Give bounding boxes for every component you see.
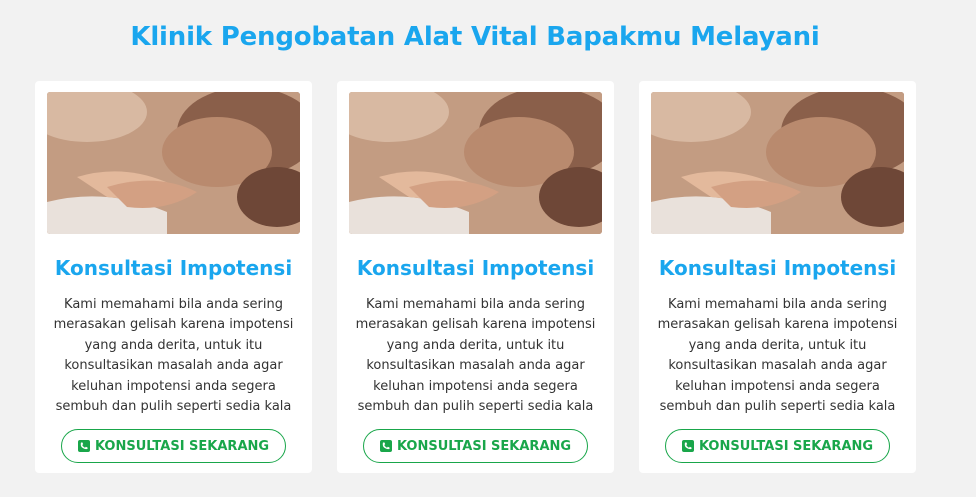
page-title: Klinik Pengobatan Alat Vital Bapakmu Mel… <box>130 22 820 52</box>
consult-now-button[interactable]: KONSULTASI SEKARANG <box>60 429 287 464</box>
couple-photo <box>47 92 300 234</box>
card-title: Konsultasi Impotensi <box>356 256 595 280</box>
service-card: Konsultasi Impotensi Kami memahami bila … <box>639 81 916 473</box>
card-title: Konsultasi Impotensi <box>658 256 897 280</box>
phone-square-icon <box>681 440 694 453</box>
consult-now-button[interactable]: KONSULTASI SEKARANG <box>362 429 589 464</box>
service-card: Konsultasi Impotensi Kami memahami bila … <box>35 81 312 473</box>
couple-photo <box>349 92 602 234</box>
card-title: Konsultasi Impotensi <box>54 256 293 280</box>
consult-now-button[interactable]: KONSULTASI SEKARANG <box>664 429 891 464</box>
phone-square-icon <box>379 440 392 453</box>
card-description: Kami memahami bila anda sering merasakan… <box>657 297 898 415</box>
consult-now-label: KONSULTASI SEKARANG <box>698 438 874 454</box>
consult-now-label: KONSULTASI SEKARANG <box>94 438 270 454</box>
phone-square-icon <box>77 440 90 453</box>
card-description: Kami memahami bila anda sering merasakan… <box>53 297 294 415</box>
couple-photo <box>651 92 904 234</box>
service-cards: Konsultasi Impotensi Kami memahami bila … <box>35 81 916 473</box>
consult-now-label: KONSULTASI SEKARANG <box>396 438 572 454</box>
service-card: Konsultasi Impotensi Kami memahami bila … <box>337 81 614 473</box>
card-description: Kami memahami bila anda sering merasakan… <box>355 297 596 415</box>
